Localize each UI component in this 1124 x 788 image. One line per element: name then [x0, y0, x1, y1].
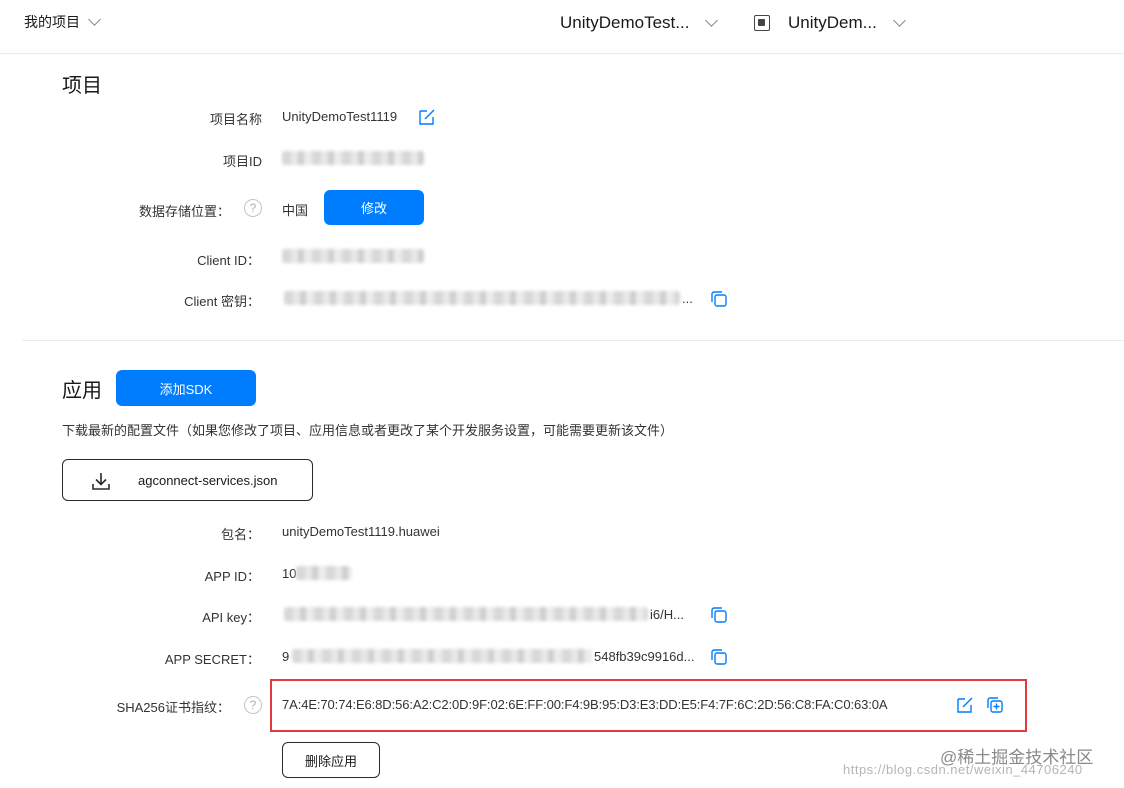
client-secret-label: Client 密钥：	[184, 294, 260, 309]
section-divider	[22, 340, 1124, 341]
app-select[interactable]: UnityDem...	[754, 13, 906, 33]
client-id-redacted	[282, 249, 424, 263]
modify-button[interactable]: 修改	[324, 190, 424, 225]
download-hint: 下载最新的配置文件（如果您修改了项目、应用信息或者更改了某个开发服务设置，可能需…	[62, 423, 674, 438]
package-name-label: 包名：	[220, 527, 260, 542]
client-secret-redacted	[284, 291, 680, 305]
help-icon[interactable]: ?	[244, 199, 262, 217]
chevron-down-icon	[88, 13, 101, 26]
app-secret-label: APP SECRET：	[164, 652, 260, 667]
download-icon	[92, 473, 110, 490]
api-key-label: API key：	[202, 610, 260, 625]
chevron-down-icon	[705, 14, 719, 27]
add-sdk-button[interactable]: 添加SDK	[116, 370, 256, 406]
app-id-value: 10	[282, 566, 297, 581]
api-key-redacted	[284, 607, 648, 621]
storage-location-value: 中国	[282, 203, 309, 218]
copy-icon[interactable]	[710, 606, 728, 624]
project-section-title: 项目	[62, 75, 102, 97]
copy-icon[interactable]	[710, 290, 728, 308]
project-id-label: 项目ID	[222, 154, 262, 169]
add-copy-icon[interactable]	[986, 696, 1004, 714]
project-select-value: UnityDemoTest...	[560, 13, 690, 32]
android-icon	[754, 15, 770, 31]
app-secret-head: 9	[282, 649, 290, 664]
delete-app-button[interactable]: 删除应用	[282, 742, 380, 778]
storage-location-label: 数据存储位置：	[138, 204, 230, 219]
watermark-csdn: https://blog.csdn.net/weixin_44706240	[843, 762, 1083, 777]
sha256-label: SHA256证书指纹：	[116, 700, 230, 715]
sha256-value: 7A:4E:70:74:E6:8D:56:A2:C2:0D:9F:02:6E:F…	[282, 697, 888, 712]
app-secret-tail: 548fb39c9916d...	[594, 649, 695, 664]
edit-icon[interactable]	[418, 108, 436, 126]
app-section-title: 应用	[62, 380, 102, 402]
app-select-value: UnityDem...	[788, 13, 877, 32]
client-secret-tail: ...	[682, 291, 693, 306]
project-name-label: 项目名称	[209, 112, 262, 127]
api-key-tail: i6/H...	[650, 607, 684, 622]
project-id-redacted	[282, 151, 424, 165]
top-bar: 我的项目 UnityDemoTest... UnityDem...	[0, 0, 1124, 54]
project-select[interactable]: UnityDemoTest...	[560, 13, 719, 33]
package-name-value: unityDemoTest1119.huawei	[282, 524, 440, 539]
help-icon[interactable]: ?	[244, 696, 262, 714]
project-menu-label: 我的项目	[24, 14, 80, 30]
app-id-redacted	[296, 566, 352, 580]
edit-icon[interactable]	[956, 696, 974, 714]
copy-icon[interactable]	[710, 648, 728, 666]
project-name-value: UnityDemoTest1119	[282, 109, 398, 124]
download-config-button[interactable]: agconnect-services.json	[62, 459, 313, 501]
download-file-name: agconnect-services.json	[138, 473, 278, 488]
client-id-label: Client ID：	[197, 253, 260, 268]
app-id-label: APP ID：	[204, 569, 260, 584]
app-secret-redacted	[292, 649, 592, 663]
project-menu[interactable]: 我的项目	[24, 12, 101, 32]
chevron-down-icon	[892, 14, 906, 27]
